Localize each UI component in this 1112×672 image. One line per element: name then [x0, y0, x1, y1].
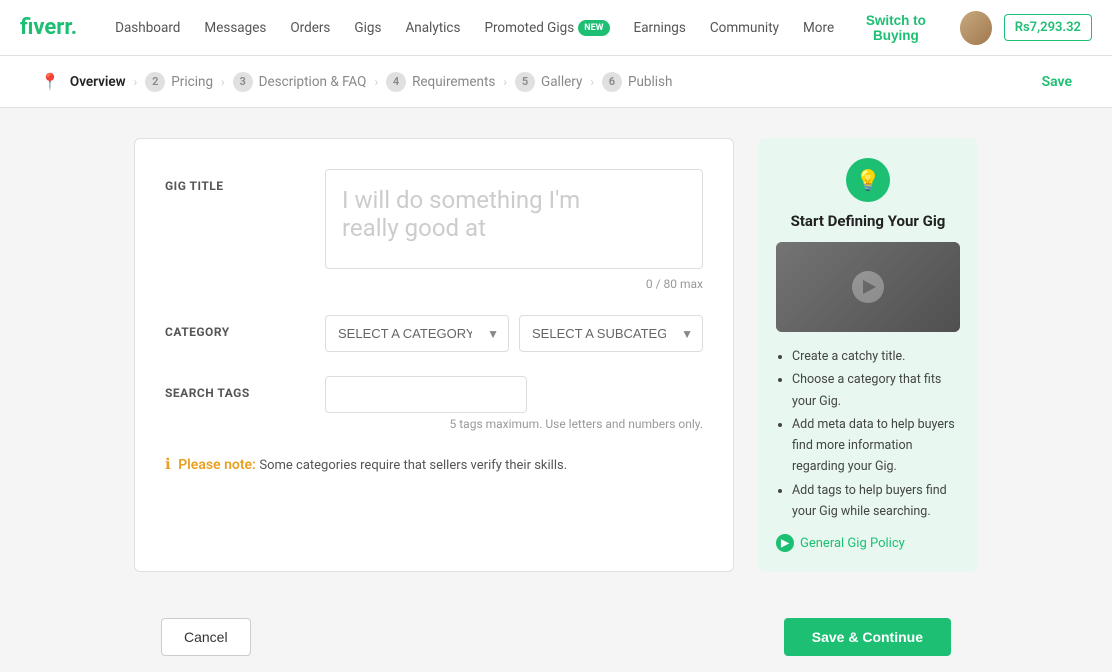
breadcrumb-separator-2: › [221, 75, 225, 89]
step-num-2: 2 [145, 72, 165, 92]
nav-right: Switch to Buying Rs7,293.32 [844, 11, 1092, 45]
lightbulb-icon: 💡 [846, 158, 890, 202]
nav-gigs[interactable]: Gigs [344, 12, 391, 44]
main-nav: Dashboard Messages Orders Gigs Analytics… [105, 12, 844, 44]
avatar-image [960, 11, 992, 45]
info-icon-wrap: 💡 [776, 158, 960, 202]
main-content: GIG TITLE 0 / 80 max CATEGORY SELECT A C… [0, 108, 1112, 602]
search-tags-input[interactable] [325, 376, 527, 413]
tip-3: Add meta data to help buyers find more i… [792, 414, 960, 478]
tip-2: Choose a category that fits your Gig. [792, 369, 960, 412]
step-num-4: 4 [386, 72, 406, 92]
notice-text: Some categories require that sellers ver… [259, 458, 567, 473]
breadcrumb-bar: 📍 Overview › 2 Pricing › 3 Description &… [0, 56, 1112, 108]
tips-list: Create a catchy title. Choose a category… [776, 346, 960, 522]
breadcrumb-separator-1: › [134, 75, 138, 89]
video-thumbnail[interactable] [776, 242, 960, 332]
step-num-3: 3 [233, 72, 253, 92]
save-continue-button[interactable]: Save & Continue [784, 618, 951, 656]
notice-row: ℹ Please note: Some categories require t… [165, 455, 703, 473]
switch-buying-button[interactable]: Switch to Buying [844, 13, 947, 43]
category-select[interactable]: SELECT A CATEGORY [325, 315, 509, 352]
category-label: CATEGORY [165, 315, 325, 339]
avatar[interactable] [960, 11, 992, 45]
breadcrumb-step-gallery[interactable]: 5 Gallery [515, 72, 582, 92]
form-panel: GIG TITLE 0 / 80 max CATEGORY SELECT A C… [134, 138, 734, 572]
search-tags-row: SEARCH TAGS 5 tags maximum. Use letters … [165, 376, 703, 431]
char-count: 0 / 80 max [325, 277, 703, 291]
nav-messages[interactable]: Messages [194, 12, 276, 44]
subcategory-select[interactable]: SELECT A SUBCATEGORY [519, 315, 703, 352]
breadcrumb-step-pricing[interactable]: 2 Pricing [145, 72, 213, 92]
nav-analytics[interactable]: Analytics [395, 12, 470, 44]
category-select-wrapper: SELECT A CATEGORY ▼ [325, 315, 509, 352]
tip-1: Create a catchy title. [792, 346, 960, 367]
breadcrumb-step-requirements[interactable]: 4 Requirements [386, 72, 495, 92]
video-background [776, 242, 960, 332]
search-tags-label: SEARCH TAGS [165, 376, 325, 400]
gig-title-content: 0 / 80 max [325, 169, 703, 291]
gig-title-label: GIG TITLE [165, 169, 325, 193]
info-card: 💡 Start Defining Your Gig Create a catch… [758, 138, 978, 572]
tip-4: Add tags to help buyers find your Gig wh… [792, 480, 960, 523]
breadcrumb-save-button[interactable]: Save [1042, 74, 1072, 90]
breadcrumb-separator-5: › [590, 75, 594, 89]
gig-title-input[interactable] [325, 169, 703, 269]
breadcrumb: 📍 Overview › 2 Pricing › 3 Description &… [40, 72, 1042, 92]
tags-hint: 5 tags maximum. Use letters and numbers … [325, 417, 703, 431]
breadcrumb-step-publish[interactable]: 6 Publish [602, 72, 673, 92]
policy-label: General Gig Policy [800, 536, 905, 551]
nav-dashboard[interactable]: Dashboard [105, 12, 190, 44]
new-badge: NEW [578, 20, 609, 36]
breadcrumb-step-overview[interactable]: 📍 Overview [40, 72, 126, 91]
header: fiverr. Dashboard Messages Orders Gigs A… [0, 0, 1112, 56]
breadcrumb-step-description[interactable]: 3 Description & FAQ [233, 72, 367, 92]
gig-title-row: GIG TITLE 0 / 80 max [165, 169, 703, 291]
policy-link[interactable]: ▶ General Gig Policy [776, 534, 960, 552]
breadcrumb-separator-4: › [503, 75, 507, 89]
category-row: CATEGORY SELECT A CATEGORY ▼ SELECT A SU… [165, 315, 703, 352]
info-card-title: Start Defining Your Gig [776, 212, 960, 230]
nav-promoted-gigs[interactable]: Promoted Gigs NEW [474, 12, 619, 44]
bottom-bar: Cancel Save & Continue [121, 602, 991, 672]
step-num-5: 5 [515, 72, 535, 92]
logo[interactable]: fiverr. [20, 15, 77, 40]
sidebar-panel: 💡 Start Defining Your Gig Create a catch… [758, 138, 978, 572]
step-num-6: 6 [602, 72, 622, 92]
breadcrumb-separator-3: › [374, 75, 378, 89]
balance-display: Rs7,293.32 [1004, 14, 1092, 41]
location-icon: 📍 [40, 72, 60, 91]
category-selects: SELECT A CATEGORY ▼ SELECT A SUBCATEGORY… [325, 315, 703, 352]
nav-orders[interactable]: Orders [280, 12, 340, 44]
nav-community[interactable]: Community [700, 12, 789, 44]
subcategory-select-wrapper: SELECT A SUBCATEGORY ▼ [519, 315, 703, 352]
nav-more[interactable]: More [793, 12, 844, 44]
warning-icon: ℹ [165, 455, 171, 473]
notice-label: Please note: [178, 457, 256, 473]
cancel-button[interactable]: Cancel [161, 618, 251, 656]
policy-icon: ▶ [776, 534, 794, 552]
search-tags-content: 5 tags maximum. Use letters and numbers … [325, 376, 703, 431]
nav-earnings[interactable]: Earnings [624, 12, 696, 44]
